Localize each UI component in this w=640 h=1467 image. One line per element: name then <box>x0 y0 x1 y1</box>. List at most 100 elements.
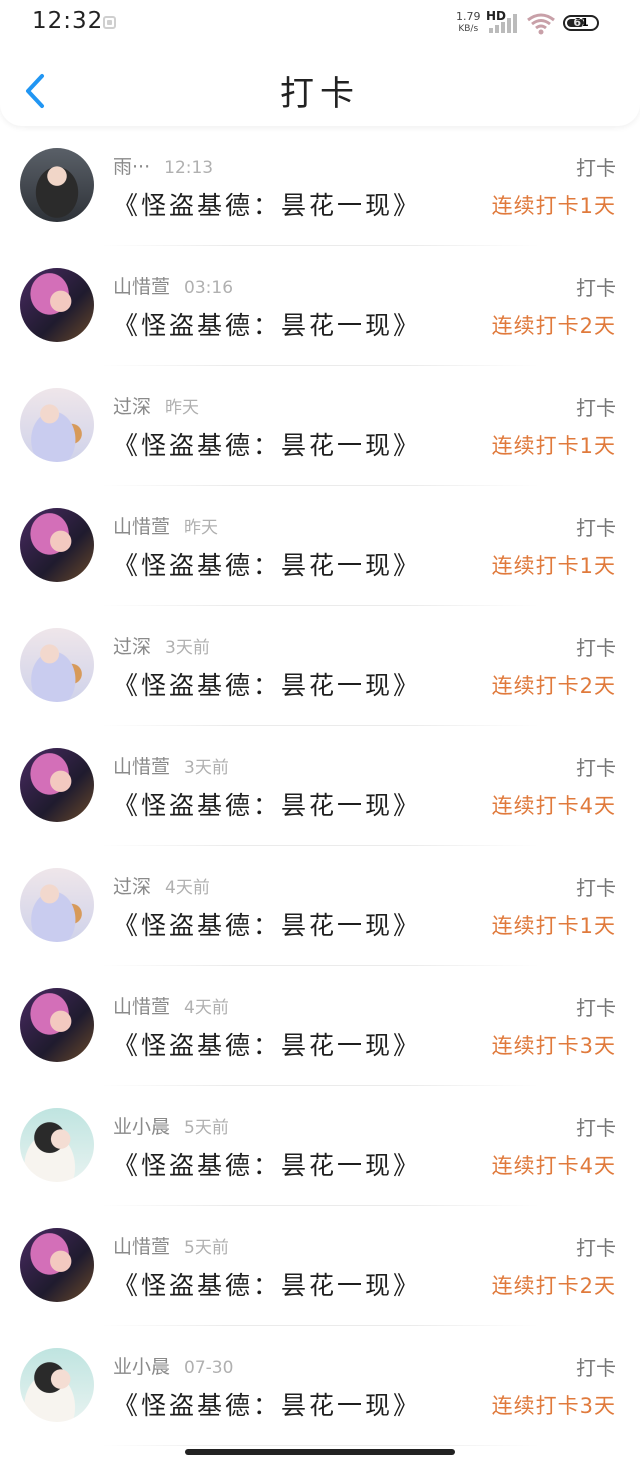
username[interactable]: 过深 <box>113 396 151 418</box>
checkin-time: 5天前 <box>184 1238 229 1258</box>
username[interactable]: 山惜萱 <box>113 996 170 1018</box>
book-title[interactable]: 《怪盗基德：昙花一现》 <box>113 1026 421 1062</box>
checkin-item[interactable]: 过深 昨天 《怪盗基德：昙花一现》 打卡 连续打卡1天 <box>0 366 640 486</box>
username[interactable]: 山惜萱 <box>113 756 170 778</box>
avatar[interactable] <box>20 1348 94 1422</box>
notification-icon <box>103 16 116 29</box>
book-title[interactable]: 《怪盗基德：昙花一现》 <box>113 186 421 222</box>
status-bar: 12:32 1.79 KB/s HD 61 <box>0 0 640 48</box>
checkin-meta: 山惜萱 5天前 <box>113 1232 229 1259</box>
network-speed-value: 1.79 <box>456 10 481 23</box>
checkin-time: 12:13 <box>164 158 214 178</box>
home-indicator[interactable] <box>185 1449 455 1455</box>
book-title[interactable]: 《怪盗基德：昙花一现》 <box>113 1146 421 1182</box>
book-title[interactable]: 《怪盗基德：昙花一现》 <box>113 1266 421 1302</box>
streak-count: 连续打卡4天 <box>491 1154 616 1178</box>
book-title[interactable]: 《怪盗基德：昙花一现》 <box>113 546 421 582</box>
page-title: 打卡 <box>280 74 360 114</box>
checkin-item[interactable]: 山惜萱 03:16 《怪盗基德：昙花一现》 打卡 连续打卡2天 <box>0 246 640 366</box>
checkin-item[interactable]: 业小晨 5天前 《怪盗基德：昙花一现》 打卡 连续打卡4天 <box>0 1086 640 1206</box>
checkin-label: 打卡 <box>576 1236 616 1260</box>
checkin-item[interactable]: 业小晨 07-30 《怪盗基德：昙花一现》 打卡 连续打卡3天 <box>0 1326 640 1446</box>
checkin-label: 打卡 <box>576 276 616 300</box>
streak-count: 连续打卡1天 <box>491 434 616 458</box>
checkin-meta: 山惜萱 3天前 <box>113 752 229 779</box>
avatar[interactable] <box>20 1108 94 1182</box>
checkin-meta: 山惜萱 4天前 <box>113 992 229 1019</box>
checkin-time: 07-30 <box>184 1358 234 1378</box>
avatar[interactable] <box>20 628 94 702</box>
checkin-item[interactable]: 雨··· 12:13 《怪盗基德：昙花一现》 打卡 连续打卡1天 <box>0 126 640 246</box>
username[interactable]: 山惜萱 <box>113 1236 170 1258</box>
username[interactable]: 雨··· <box>113 156 150 178</box>
checkin-label: 打卡 <box>576 756 616 780</box>
header-bar: 12:32 1.79 KB/s HD 61 打卡 <box>0 0 640 126</box>
checkin-label: 打卡 <box>576 636 616 660</box>
checkin-meta: 过深 昨天 <box>113 392 199 419</box>
streak-count: 连续打卡3天 <box>491 1394 616 1418</box>
streak-count: 连续打卡2天 <box>491 1274 616 1298</box>
book-title[interactable]: 《怪盗基德：昙花一现》 <box>113 666 421 702</box>
streak-count: 连续打卡3天 <box>491 1034 616 1058</box>
signal-icon <box>489 14 517 33</box>
streak-count: 连续打卡1天 <box>491 194 616 218</box>
checkin-item[interactable]: 山惜萱 5天前 《怪盗基德：昙花一现》 打卡 连续打卡2天 <box>0 1206 640 1326</box>
avatar[interactable] <box>20 988 94 1062</box>
checkin-meta: 雨··· 12:13 <box>113 152 213 179</box>
username[interactable]: 山惜萱 <box>113 276 170 298</box>
book-title[interactable]: 《怪盗基德：昙花一现》 <box>113 306 421 342</box>
username[interactable]: 山惜萱 <box>113 516 170 538</box>
checkin-time: 4天前 <box>165 878 210 898</box>
avatar[interactable] <box>20 508 94 582</box>
username[interactable]: 过深 <box>113 636 151 658</box>
checkin-label: 打卡 <box>576 156 616 180</box>
avatar[interactable] <box>20 748 94 822</box>
streak-count: 连续打卡2天 <box>491 674 616 698</box>
battery-icon: 61 <box>563 15 599 31</box>
network-speed-unit: KB/s <box>458 24 479 34</box>
checkin-item[interactable]: 山惜萱 3天前 《怪盗基德：昙花一现》 打卡 连续打卡4天 <box>0 726 640 846</box>
avatar[interactable] <box>20 868 94 942</box>
book-title[interactable]: 《怪盗基德：昙花一现》 <box>113 426 421 462</box>
username[interactable]: 业小晨 <box>113 1116 170 1138</box>
checkin-list: 雨··· 12:13 《怪盗基德：昙花一现》 打卡 连续打卡1天 山惜萱 03:16… <box>0 126 640 1446</box>
checkin-meta: 山惜萱 昨天 <box>113 512 218 539</box>
streak-count: 连续打卡1天 <box>491 914 616 938</box>
checkin-label: 打卡 <box>576 516 616 540</box>
checkin-time: 昨天 <box>184 518 219 538</box>
streak-count: 连续打卡4天 <box>491 794 616 818</box>
checkin-label: 打卡 <box>576 1356 616 1380</box>
avatar[interactable] <box>20 388 94 462</box>
checkin-meta: 业小晨 07-30 <box>113 1352 233 1379</box>
checkin-time: 5天前 <box>184 1118 229 1138</box>
book-title[interactable]: 《怪盗基德：昙花一现》 <box>113 1386 421 1422</box>
checkin-item[interactable]: 过深 4天前 《怪盗基德：昙花一现》 打卡 连续打卡1天 <box>0 846 640 966</box>
username[interactable]: 业小晨 <box>113 1356 170 1378</box>
battery-level: 61 <box>573 16 589 29</box>
wifi-icon <box>527 13 555 35</box>
streak-count: 连续打卡2天 <box>491 314 616 338</box>
checkin-time: 3天前 <box>165 638 210 658</box>
checkin-time: 昨天 <box>165 398 200 418</box>
checkin-label: 打卡 <box>576 876 616 900</box>
book-title[interactable]: 《怪盗基德：昙花一现》 <box>113 906 421 942</box>
checkin-item[interactable]: 山惜萱 昨天 《怪盗基德：昙花一现》 打卡 连续打卡1天 <box>0 486 640 606</box>
avatar[interactable] <box>20 148 94 222</box>
checkin-item[interactable]: 山惜萱 4天前 《怪盗基德：昙花一现》 打卡 连续打卡3天 <box>0 966 640 1086</box>
checkin-label: 打卡 <box>576 396 616 420</box>
checkin-item[interactable]: 过深 3天前 《怪盗基德：昙花一现》 打卡 连续打卡2天 <box>0 606 640 726</box>
status-time: 12:32 <box>32 8 104 34</box>
checkin-time: 3天前 <box>184 758 229 778</box>
checkin-meta: 过深 4天前 <box>113 872 210 899</box>
checkin-meta: 山惜萱 03:16 <box>113 272 233 299</box>
book-title[interactable]: 《怪盗基德：昙花一现》 <box>113 786 421 822</box>
checkin-meta: 业小晨 5天前 <box>113 1112 229 1139</box>
checkin-meta: 过深 3天前 <box>113 632 210 659</box>
checkin-time: 03:16 <box>184 278 234 298</box>
network-speed: 1.79 KB/s <box>456 10 481 36</box>
avatar[interactable] <box>20 1228 94 1302</box>
streak-count: 连续打卡1天 <box>491 554 616 578</box>
checkin-time: 4天前 <box>184 998 229 1018</box>
avatar[interactable] <box>20 268 94 342</box>
username[interactable]: 过深 <box>113 876 151 898</box>
